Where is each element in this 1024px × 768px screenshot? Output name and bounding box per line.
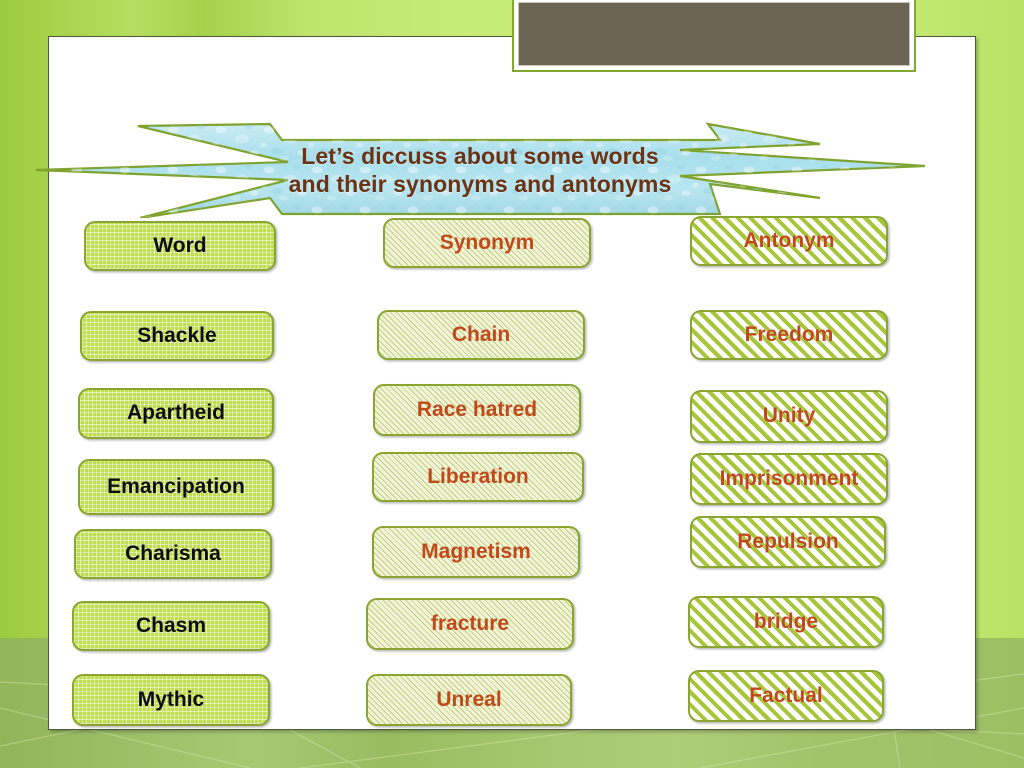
table-row[interactable]: Repulsion	[690, 516, 886, 568]
table-row[interactable]: Chain	[377, 310, 585, 360]
table-row[interactable]: Factual	[688, 670, 884, 722]
cell-antonym: Unity	[762, 404, 816, 428]
table-row[interactable]: Emancipation	[78, 459, 274, 515]
table-row[interactable]: Liberation	[372, 452, 584, 502]
table-row[interactable]: Charisma	[74, 529, 272, 579]
header-antonym-label: Antonym	[743, 228, 835, 252]
cell-word: Chasm	[135, 613, 207, 637]
cell-synonym: Unreal	[436, 687, 502, 711]
table-row[interactable]: fracture	[366, 598, 574, 650]
header-word[interactable]: Word	[84, 221, 276, 271]
cell-synonym: Liberation	[427, 464, 529, 488]
table-row[interactable]: Unity	[690, 390, 888, 443]
table-row[interactable]: Apartheid	[78, 388, 274, 439]
cell-word: Charisma	[125, 541, 221, 565]
cell-antonym: Repulsion	[737, 529, 839, 553]
header-word-label: Word	[153, 233, 207, 257]
top-picture-placeholder[interactable]	[512, 0, 916, 72]
cell-synonym: Chain	[451, 322, 511, 346]
table-row[interactable]: Mythic	[72, 674, 270, 726]
cell-synonym: Magnetism	[421, 539, 531, 563]
table-row[interactable]: Freedom	[690, 310, 888, 360]
cell-antonym: Freedom	[744, 322, 834, 346]
table-row[interactable]: bridge	[688, 596, 884, 648]
title-banner: Let’s diccuss about some words and their…	[20, 122, 940, 218]
cell-antonym: bridge	[753, 609, 819, 633]
top-picture-placeholder-fill	[518, 2, 910, 66]
header-synonym[interactable]: Synonym	[383, 218, 591, 268]
table-row[interactable]: Chasm	[72, 601, 270, 651]
cell-word: Apartheid	[126, 401, 225, 425]
starburst-shape-icon	[35, 122, 926, 218]
cell-word: Shackle	[137, 323, 217, 347]
table-row[interactable]: Imprisonment	[690, 453, 888, 505]
cell-synonym: fracture	[430, 611, 510, 635]
table-row[interactable]: Race hatred	[373, 384, 581, 436]
header-synonym-label: Synonym	[439, 230, 535, 254]
table-row[interactable]: Magnetism	[372, 526, 580, 578]
cell-antonym: Imprisonment	[719, 466, 859, 490]
cell-word: Mythic	[137, 687, 205, 711]
table-row[interactable]: Shackle	[80, 311, 274, 361]
cell-word: Emancipation	[107, 474, 245, 498]
slide-canvas: Let’s diccuss about some words and their…	[0, 0, 1024, 768]
header-antonym[interactable]: Antonym	[690, 216, 888, 266]
cell-synonym: Race hatred	[416, 397, 538, 421]
table-row[interactable]: Unreal	[366, 674, 572, 726]
cell-antonym: Factual	[749, 683, 823, 707]
